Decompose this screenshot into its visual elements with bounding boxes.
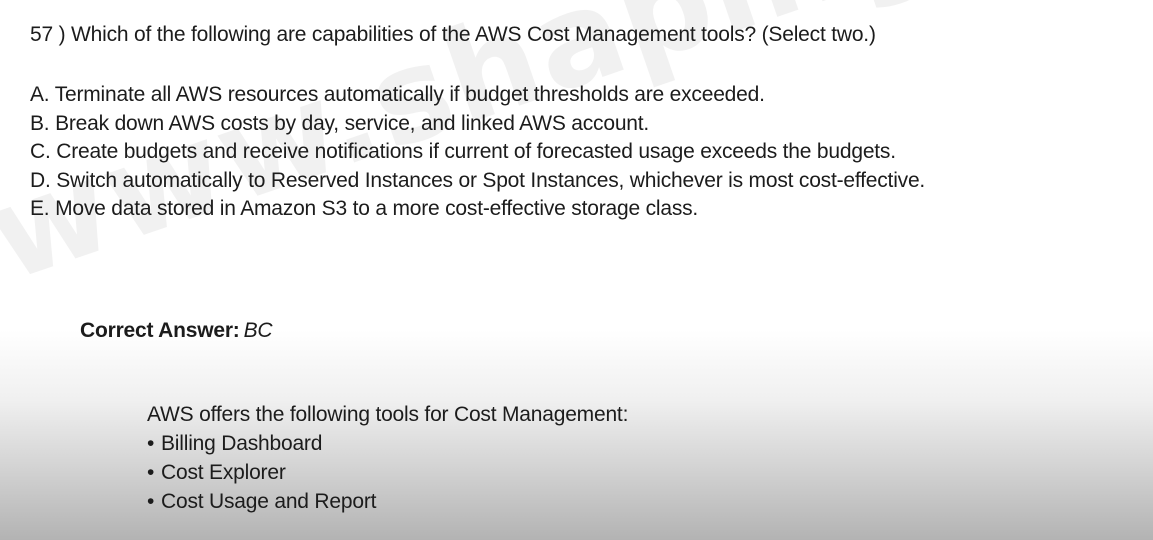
tool-cost-explorer: Cost Explorer	[161, 461, 286, 484]
bullet-icon: •	[147, 432, 155, 455]
tool-billing-dashboard: Billing Dashboard	[161, 432, 323, 455]
list-item: • Cost Usage and Report	[147, 487, 628, 516]
correct-answer-value: BC	[243, 319, 273, 342]
correct-answer: Correct Answer: BC	[80, 319, 273, 343]
list-item: • Cost Explorer	[147, 458, 628, 487]
explanation-intro: AWS offers the following tools for Cost …	[147, 403, 629, 426]
option-a: A. Terminate all AWS resources automatic…	[30, 83, 765, 106]
bullet-icon: •	[147, 490, 155, 513]
tools-list: • Billing Dashboard • Cost Explorer • Cost …	[147, 429, 628, 516]
option-d: D. Switch automatically to Reserved Inst…	[30, 168, 926, 192]
options-list: A. Terminate all AWS resources automatic…	[30, 81, 925, 224]
option-c: C. Create budgets and receive notificati…	[30, 140, 896, 163]
explanation: AWS offers the following tools for Cost …	[147, 400, 628, 516]
question-text: 57 ) Which of the following are capabili…	[30, 23, 876, 46]
tool-cost-usage-report: Cost Usage and Report	[161, 490, 377, 513]
option-b: B. Break down AWS costs by day, service,…	[30, 111, 650, 135]
option-e: E. Move data stored in Amazon S3 to a mo…	[30, 197, 699, 220]
correct-answer-label: Correct Answer:	[80, 319, 240, 342]
bullet-icon: •	[147, 461, 155, 484]
list-item: • Billing Dashboard	[147, 429, 628, 458]
